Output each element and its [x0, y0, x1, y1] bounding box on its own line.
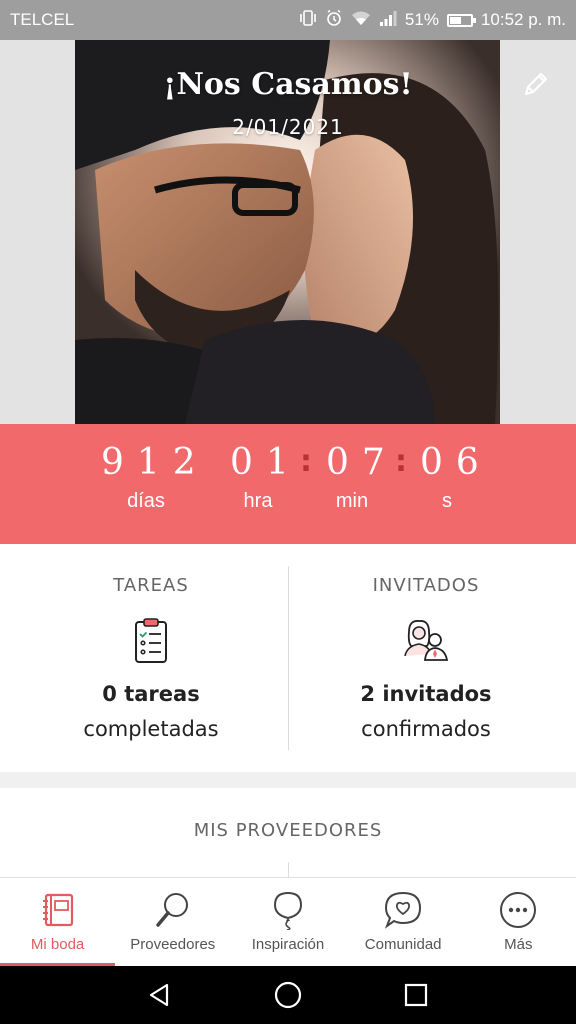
wedding-title: ¡Nos Casamos!: [163, 67, 413, 102]
guests-icon: [401, 616, 451, 666]
countdown-seconds-label: s: [442, 490, 452, 512]
notebook-icon: [36, 888, 80, 932]
search-icon: [151, 888, 195, 932]
nav-label: Comunidad: [364, 936, 442, 953]
back-icon[interactable]: [144, 979, 176, 1011]
countdown-hours: 01: [230, 442, 302, 483]
tasks-count: 0 tareas: [102, 682, 200, 706]
providers-card[interactable]: MIS PROVEEDORES: [0, 788, 576, 882]
chat-heart-icon: [381, 888, 425, 932]
countdown-days-label: días: [127, 490, 165, 512]
summary-card: TAREAS 0 tareas completadas INVITADOS 2 …: [0, 544, 576, 772]
nav-comunidad[interactable]: Comunidad: [346, 878, 461, 966]
guests-count: 2 invitados: [360, 682, 492, 706]
recents-icon[interactable]: [400, 979, 432, 1011]
wedding-date: 2/01/2021: [232, 115, 344, 139]
nav-mi-boda[interactable]: Mi boda: [0, 878, 116, 966]
vibrate-icon: [299, 9, 317, 31]
nav-label: Inspiración: [251, 936, 325, 953]
alarm-icon: [325, 9, 343, 31]
system-navigation-bar: [0, 966, 576, 1024]
status-bar: TELCEL 51% 10:52 p. m.: [0, 0, 576, 40]
countdown-separator: :: [395, 444, 407, 479]
nav-mas[interactable]: Más: [461, 878, 576, 966]
nav-proveedores[interactable]: Proveedores: [115, 878, 230, 966]
nav-label: Mi boda: [30, 936, 85, 953]
carrier-name: TELCEL: [10, 10, 75, 29]
providers-title: MIS PROVEEDORES: [193, 820, 383, 841]
nav-label: Más: [504, 936, 533, 953]
tasks-summary[interactable]: TAREAS 0 tareas completadas: [7, 544, 295, 772]
guests-title: INVITADOS: [372, 575, 480, 596]
countdown-hours-label: hra: [243, 490, 273, 512]
checklist-icon: [126, 616, 176, 666]
battery-percent: 51%: [404, 10, 439, 29]
tasks-caption: completadas: [83, 717, 219, 741]
countdown-seconds: 06: [420, 442, 492, 483]
wifi-icon: [351, 10, 371, 30]
guests-summary[interactable]: INVITADOS 2 invitados confirmados: [282, 544, 570, 772]
countdown-minutes-label: min: [335, 490, 369, 512]
home-icon[interactable]: [272, 979, 304, 1011]
guests-caption: confirmados: [361, 717, 491, 741]
hero-header: ¡Nos Casamos! 2/01/2021: [0, 40, 576, 424]
bottom-navigation: Mi boda Proveedores Inspiración Comunida…: [0, 877, 576, 966]
nav-label: Proveedores: [130, 936, 216, 953]
pencil-icon[interactable]: [518, 66, 554, 102]
countdown-separator: :: [300, 444, 312, 479]
battery-icon: [446, 13, 476, 27]
balloon-icon: [266, 888, 310, 932]
signal-icon: [379, 10, 397, 30]
tasks-title: TAREAS: [113, 575, 189, 596]
nav-inspiracion[interactable]: Inspiración: [230, 878, 345, 966]
countdown-minutes: 07: [326, 442, 398, 483]
countdown-days: 912: [101, 442, 209, 483]
more-icon: [496, 888, 540, 932]
wedding-countdown: 912 01 : 07 : 06 días hra min s: [0, 424, 576, 544]
clock: 10:52 p. m.: [480, 10, 566, 29]
